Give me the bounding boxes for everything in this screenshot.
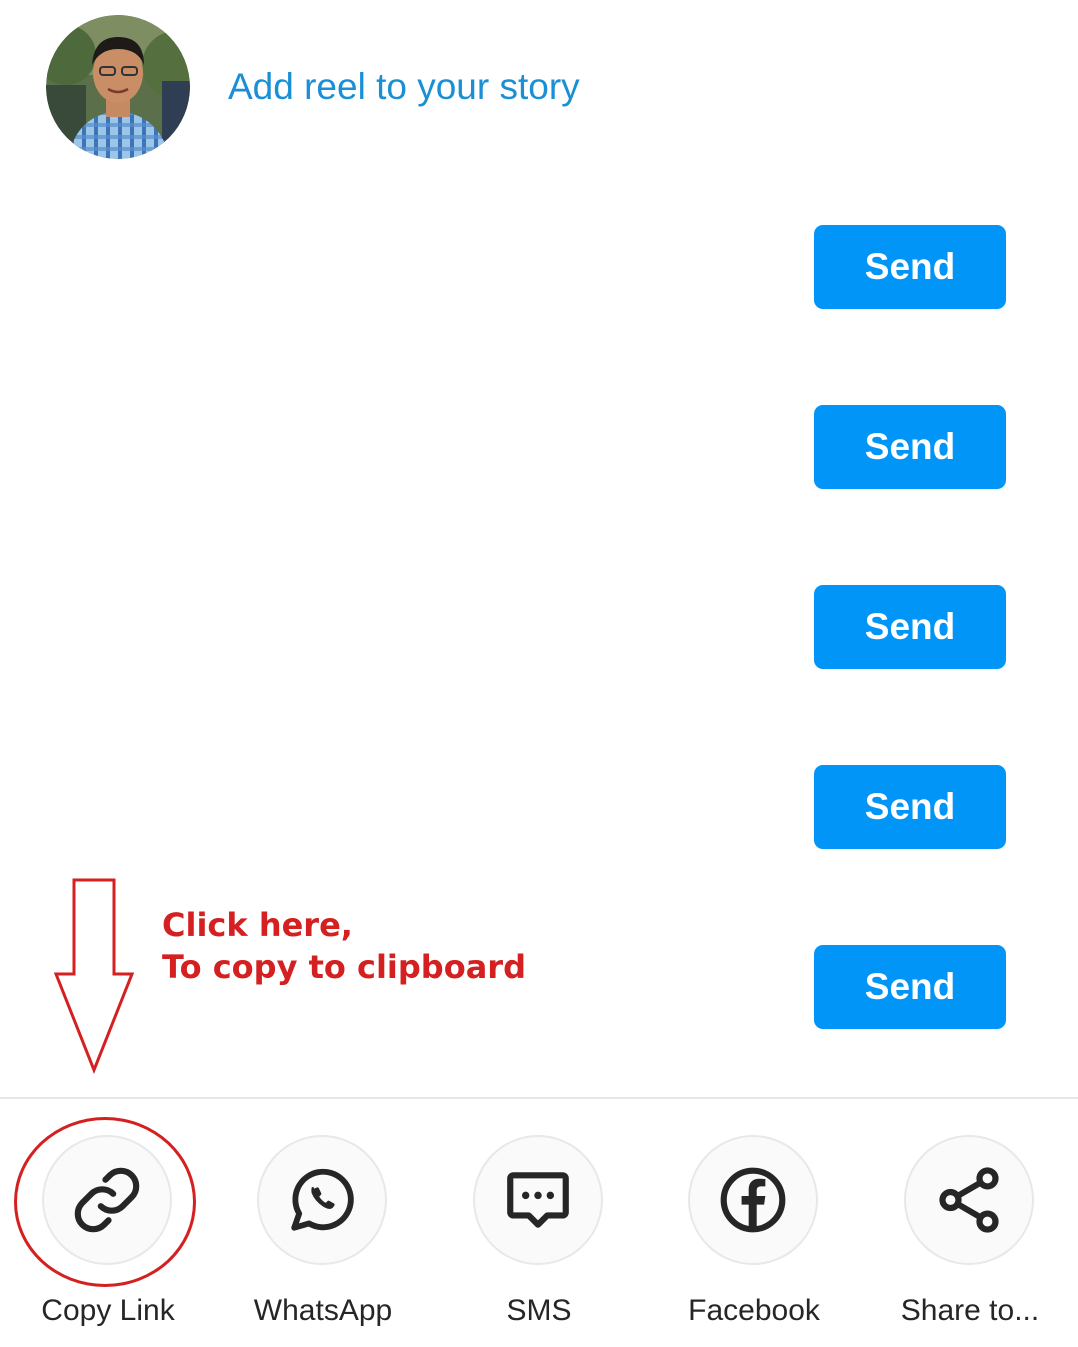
send-button[interactable]: Send xyxy=(814,225,1006,309)
send-button[interactable]: Send xyxy=(814,945,1006,1029)
sms-button[interactable] xyxy=(473,1135,603,1265)
facebook-icon xyxy=(720,1167,786,1233)
annotation-highlight-circle xyxy=(14,1117,196,1287)
facebook-button[interactable] xyxy=(688,1135,818,1265)
whatsapp-button[interactable] xyxy=(257,1135,387,1265)
share-label: SMS xyxy=(506,1294,572,1327)
annotation-arrow-icon xyxy=(53,878,135,1075)
share-to-button[interactable] xyxy=(904,1135,1034,1265)
annotation-line-1: Click here, xyxy=(162,906,353,944)
annotation-line-2: To copy to clipboard xyxy=(162,948,526,986)
share-icon xyxy=(939,1167,999,1233)
share-whatsapp[interactable]: WhatsApp xyxy=(215,1134,431,1344)
share-facebook[interactable]: Facebook xyxy=(646,1134,862,1344)
story-row xyxy=(46,14,190,160)
send-button[interactable]: Send xyxy=(814,585,1006,669)
send-button[interactable]: Send xyxy=(814,765,1006,849)
share-to-other[interactable]: Share to... xyxy=(862,1134,1078,1344)
whatsapp-icon xyxy=(291,1168,354,1231)
profile-avatar[interactable] xyxy=(46,15,190,159)
sms-icon xyxy=(507,1172,569,1228)
send-button[interactable]: Send xyxy=(814,405,1006,489)
share-label: Share to... xyxy=(900,1294,1040,1327)
share-sms[interactable]: SMS xyxy=(431,1134,647,1344)
share-label: Facebook xyxy=(688,1294,820,1327)
share-label: Copy Link xyxy=(41,1294,175,1327)
annotation-text: Click here, To copy to clipboard xyxy=(162,904,526,988)
share-label: WhatsApp xyxy=(253,1294,393,1327)
add-to-story-link[interactable]: Add reel to your story xyxy=(228,66,580,108)
divider xyxy=(0,1097,1078,1099)
